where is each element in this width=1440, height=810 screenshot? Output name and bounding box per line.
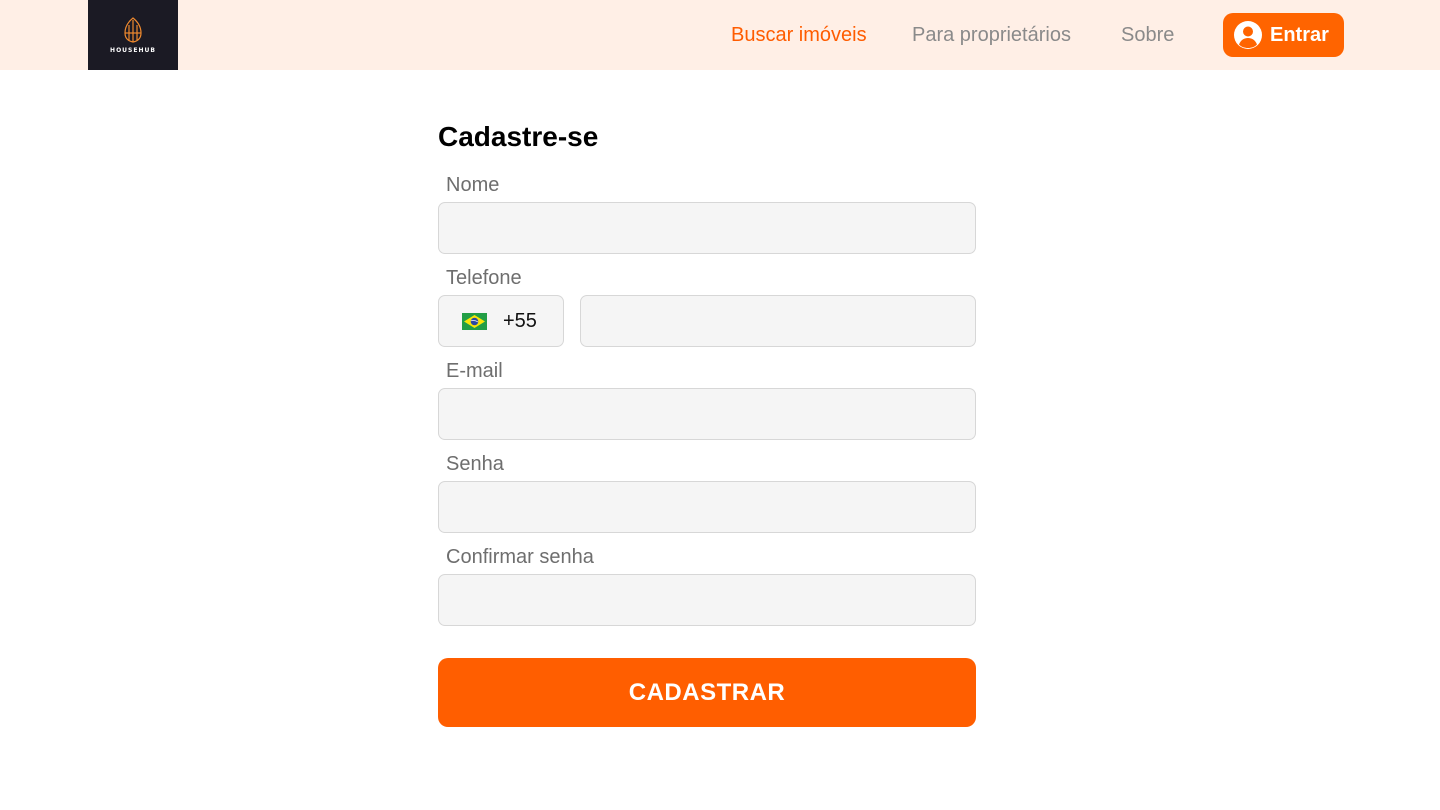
nav-link-buscar-imoveis[interactable]: Buscar imóveis <box>731 22 867 48</box>
submit-button[interactable]: CADASTRAR <box>438 658 976 727</box>
building-logo-icon <box>124 17 142 43</box>
user-circle-icon <box>1234 21 1262 49</box>
name-label: Nome <box>446 174 500 196</box>
phone-input[interactable] <box>580 295 976 347</box>
name-input[interactable] <box>438 202 976 254</box>
password-input[interactable] <box>438 481 976 533</box>
brazil-flag-icon <box>462 312 487 330</box>
email-input[interactable] <box>438 388 976 440</box>
househub-logo[interactable]: HOUSEHUB <box>88 0 178 70</box>
email-label: E-mail <box>446 360 503 382</box>
top-navbar: HOUSEHUB Buscar imóveis Para proprietári… <box>0 0 1440 70</box>
brand-name: HOUSEHUB <box>110 47 156 54</box>
password-label: Senha <box>446 453 504 475</box>
nav-link-sobre[interactable]: Sobre <box>1121 22 1174 48</box>
form-title: Cadastre-se <box>438 121 599 152</box>
country-code-value: +55 <box>503 309 537 332</box>
enter-button-label: Entrar <box>1270 23 1329 46</box>
nav-link-para-proprietarios[interactable]: Para proprietários <box>912 22 1071 48</box>
enter-button[interactable]: Entrar <box>1223 13 1344 57</box>
phone-label: Telefone <box>446 267 522 289</box>
country-code-select[interactable]: +55 <box>438 295 564 347</box>
confirm-password-input[interactable] <box>438 574 976 626</box>
confirm-password-label: Confirmar senha <box>446 546 594 568</box>
